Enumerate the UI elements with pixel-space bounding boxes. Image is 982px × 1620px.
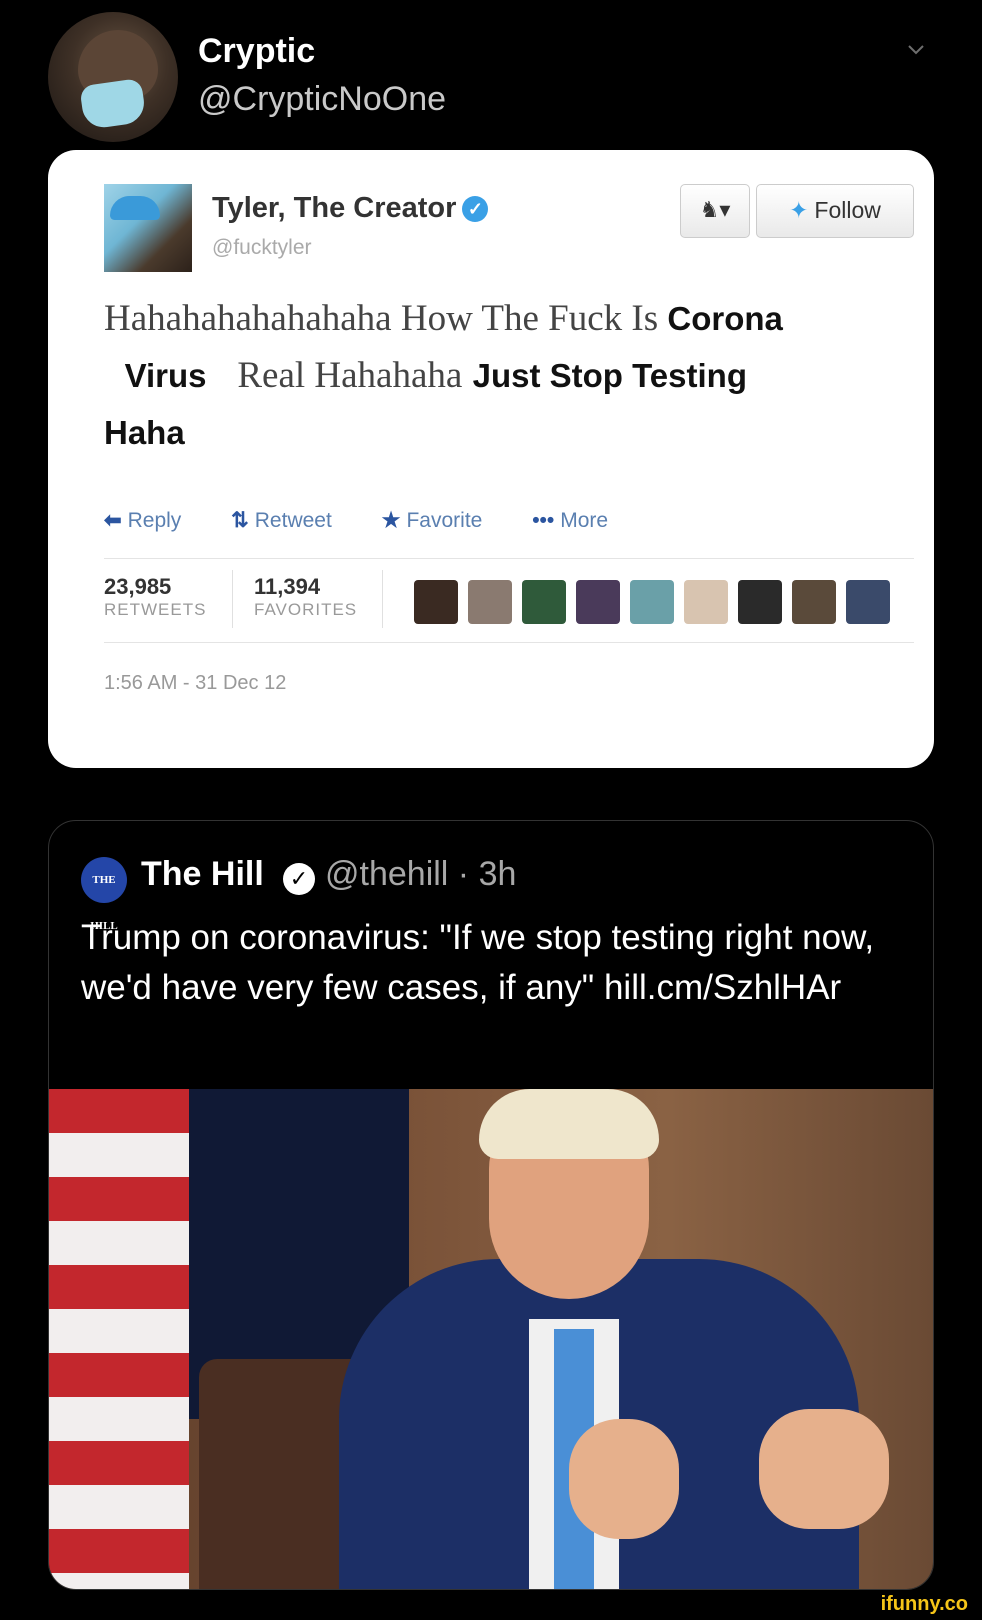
profile-avatar[interactable] [48, 12, 178, 142]
tweet-text-part: Haha [104, 414, 185, 451]
follow-button: ✦ Follow [756, 184, 914, 238]
divider [104, 642, 914, 643]
divider [104, 558, 914, 559]
user-actions-button: ♞▾ [680, 184, 750, 238]
favoriter-avatar [846, 580, 890, 624]
hand-shape [569, 1419, 679, 1539]
quoted-tweet[interactable]: THE HILL The Hill ✓ @thehill · 3h Trump … [48, 820, 934, 1590]
tyler-name: Tyler, The Creator ✓ [212, 192, 489, 225]
divider [382, 570, 383, 628]
avatar-face-mask [79, 77, 147, 131]
avatar-cap [110, 196, 160, 220]
quoted-tweet-text[interactable]: Trump on coronavirus: "If we stop testin… [81, 913, 901, 1013]
favoriters-avatars [414, 580, 890, 624]
favoriter-avatar [630, 580, 674, 624]
reply-label: Reply [127, 509, 182, 532]
tweet-text-part: Just Stop Testing [472, 357, 747, 394]
embedded-tweet-screenshot: Tyler, The Creator ✓ @fucktyler ♞▾ ✦ Follo… [48, 150, 934, 768]
favorites-label: FAVORITES [254, 600, 358, 619]
reply-action: ⬅ Reply [104, 509, 203, 532]
divider [232, 570, 233, 628]
favorite-action: ★ Favorite [382, 509, 505, 532]
retweet-label: Retweet [254, 509, 332, 532]
tweet-actions: ⬅ Reply ⇅ Retweet ★ Favorite ••• More [104, 508, 652, 533]
tweet-text-part: Real Hahahaha [237, 355, 463, 396]
hand-shape [759, 1409, 889, 1529]
hair-shape [479, 1089, 659, 1159]
tyler-name-text: Tyler, The Creator [212, 192, 457, 224]
chevron-down-icon[interactable] [906, 40, 926, 60]
more-label: More [560, 509, 609, 532]
quoted-meta: @thehill · 3h [325, 855, 517, 893]
tweet-timestamp: 1:56 AM - 31 Dec 12 [104, 672, 287, 694]
favoriter-avatar [468, 580, 512, 624]
the-hill-logo[interactable]: THE HILL [81, 857, 127, 932]
tyler-handle: @fucktyler [212, 236, 312, 259]
retweets-stat: 23,985 RETWEETS [104, 574, 206, 620]
favoriter-avatar [792, 580, 836, 624]
flag-shape [49, 1089, 189, 1589]
favoriter-avatar [738, 580, 782, 624]
ifunny-watermark: ifunny.co [880, 1593, 968, 1615]
follow-label: Follow [814, 197, 881, 223]
twitter-bird-icon: ✦ [789, 197, 809, 223]
favorites-count: 11,394 [254, 574, 321, 599]
retweet-action: ⇅ Retweet [231, 509, 354, 532]
tweet-text-part: Hahahahahahahaha How The Fuck Is [104, 298, 668, 339]
favorite-label: Favorite [406, 509, 483, 532]
user-dropdown-icon: ♞▾ [699, 197, 731, 222]
tweet-text-part: Corona [667, 300, 783, 337]
display-name[interactable]: Cryptic [198, 32, 315, 71]
favoriter-avatar [522, 580, 566, 624]
tweet-text: Hahahahahahahaha How The Fuck Is Corona … [104, 290, 914, 461]
verified-badge-icon: ✓ [283, 863, 315, 895]
more-action: ••• More [532, 509, 630, 532]
user-handle[interactable]: @CrypticNoOne [198, 80, 446, 119]
quoted-author-name[interactable]: The Hill [141, 855, 264, 894]
quoted-tweet-photo[interactable] [49, 1089, 933, 1589]
verified-badge-icon: ✓ [462, 196, 489, 223]
favoriter-avatar [684, 580, 728, 624]
favoriter-avatar [576, 580, 620, 624]
retweets-label: RETWEETS [104, 600, 207, 619]
reply-arrow-icon: ⬅ [104, 509, 122, 532]
retweet-icon: ⇅ [231, 509, 249, 532]
favorites-stat: 11,394 FAVORITES [254, 574, 357, 620]
ellipsis-icon: ••• [532, 509, 555, 532]
retweets-count: 23,985 [104, 574, 172, 599]
favoriter-avatar [414, 580, 458, 624]
star-icon: ★ [381, 509, 401, 532]
tyler-avatar [104, 184, 192, 272]
tweet-text-part: Virus [124, 357, 207, 394]
